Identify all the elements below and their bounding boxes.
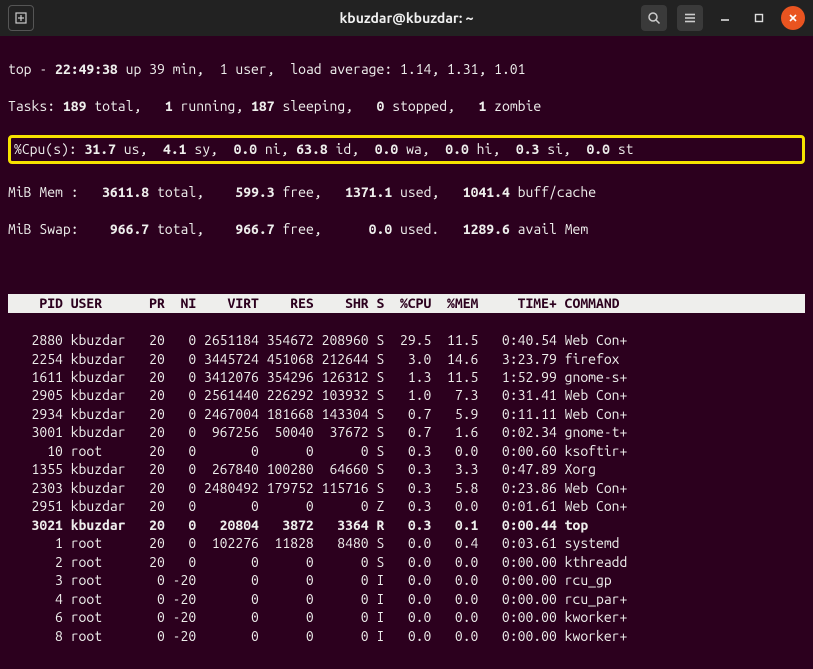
process-row: 3 root 0 -20 0 0 0 I 0.0 0.0 0:00.00 rcu…	[8, 571, 805, 589]
process-row: 3001 kbuzdar 20 0 967256 50040 37672 S 0…	[8, 423, 805, 441]
minimize-icon	[720, 13, 730, 23]
hamburger-icon	[683, 11, 697, 25]
new-tab-icon	[15, 12, 27, 24]
process-row: 2905 kbuzdar 20 0 2561440 226292 103932 …	[8, 386, 805, 404]
maximize-icon	[754, 13, 764, 23]
terminal-output[interactable]: top - 22:49:38 up 39 min, 1 user, load a…	[0, 36, 813, 669]
new-tab-button[interactable]	[8, 5, 34, 31]
process-row: 2303 kbuzdar 20 0 2480492 179752 115716 …	[8, 479, 805, 497]
process-row: 10 root 20 0 0 0 0 S 0.3 0.0 0:00.60 kso…	[8, 442, 805, 460]
top-cpu-line-highlighted: %Cpu(s): 31.7 us, 4.1 sy, 0.0 ni, 63.8 i…	[8, 135, 805, 163]
process-row: 1 root 20 0 102276 11828 8480 S 0.0 0.4 …	[8, 534, 805, 552]
blank-line	[8, 257, 805, 275]
top-mem-line: MiB Mem : 3611.8 total, 599.3 free, 1371…	[8, 183, 805, 201]
top-uptime-line: top - 22:49:38 up 39 min, 1 user, load a…	[8, 60, 805, 78]
process-row: 6 root 0 -20 0 0 0 I 0.0 0.0 0:00.00 kwo…	[8, 608, 805, 626]
process-row: 1355 kbuzdar 20 0 267840 100280 64660 S …	[8, 460, 805, 478]
process-row: 1611 kbuzdar 20 0 3412076 354296 126312 …	[8, 368, 805, 386]
search-button[interactable]	[641, 5, 667, 31]
process-row: 2254 kbuzdar 20 0 3445724 451068 212644 …	[8, 350, 805, 368]
top-tasks-line: Tasks: 189 total, 1 running, 187 sleepin…	[8, 97, 805, 115]
close-button[interactable]	[781, 6, 805, 30]
close-icon	[788, 13, 798, 23]
process-row: 3021 kbuzdar 20 0 20804 3872 3364 R 0.3 …	[8, 516, 805, 534]
process-row: 2951 kbuzdar 20 0 0 0 0 Z 0.3 0.0 0:01.6…	[8, 497, 805, 515]
process-row: 8 root 0 -20 0 0 0 I 0.0 0.0 0:00.00 kwo…	[8, 627, 805, 645]
process-header: PID USER PR NI VIRT RES SHR S %CPU %MEM …	[8, 294, 805, 312]
search-icon	[647, 11, 661, 25]
menu-button[interactable]	[677, 5, 703, 31]
maximize-button[interactable]	[747, 6, 771, 30]
minimize-button[interactable]	[713, 6, 737, 30]
top-swap-line: MiB Swap: 966.7 total, 966.7 free, 0.0 u…	[8, 220, 805, 238]
process-row: 2880 kbuzdar 20 0 2651184 354672 208960 …	[8, 331, 805, 349]
process-row: 2934 kbuzdar 20 0 2467004 181668 143304 …	[8, 405, 805, 423]
window-titlebar: kbuzdar@kbuzdar: ~	[0, 0, 813, 36]
process-row: 4 root 0 -20 0 0 0 I 0.0 0.0 0:00.00 rcu…	[8, 590, 805, 608]
process-row: 2 root 20 0 0 0 0 S 0.0 0.0 0:00.00 kthr…	[8, 553, 805, 571]
